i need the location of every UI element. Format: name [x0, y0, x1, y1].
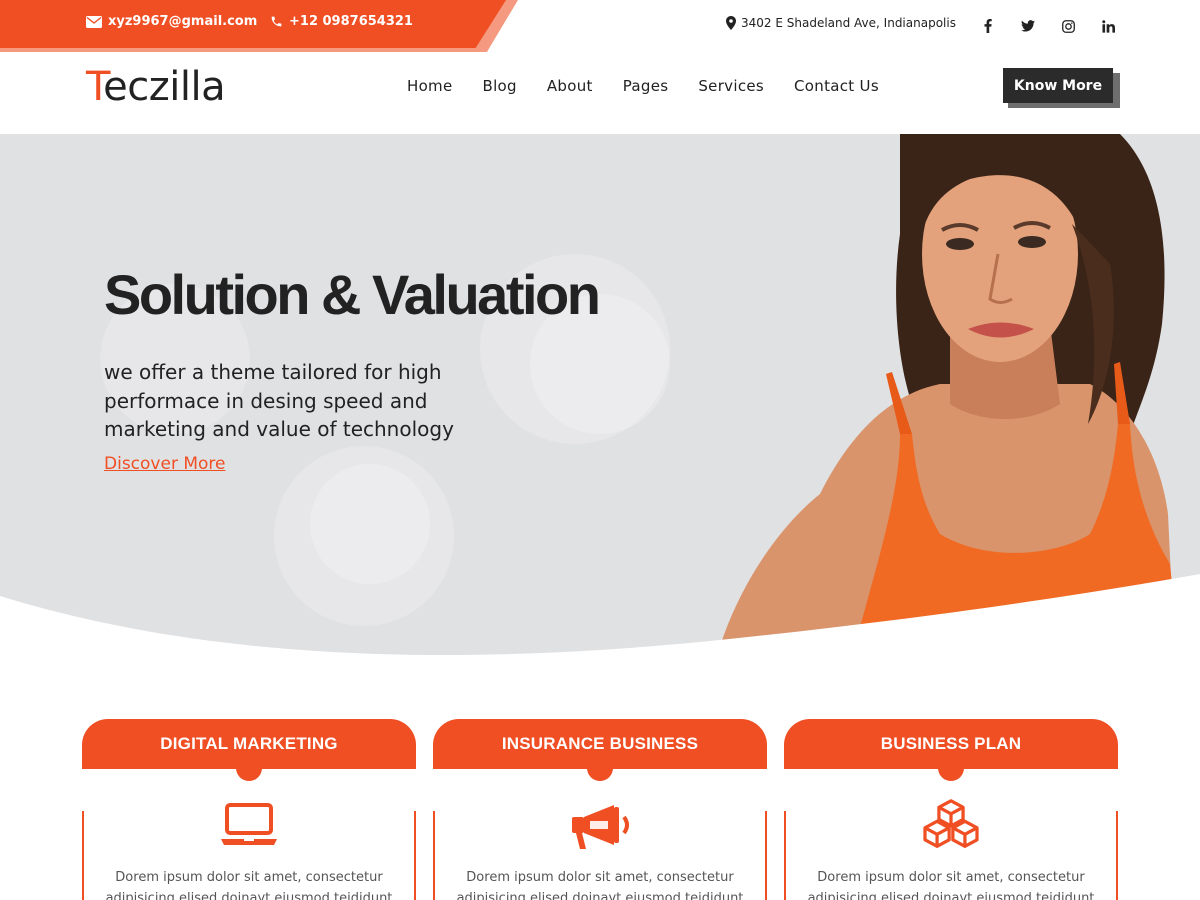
linkedin-icon[interactable]: [1088, 14, 1128, 38]
know-more-button-wrap: Know More: [1003, 68, 1120, 108]
service-card-insurance-business[interactable]: INSURANCE BUSINESS Dorem ipsum dolor sit…: [433, 719, 767, 900]
nav-pages[interactable]: Pages: [608, 77, 684, 95]
contact-email[interactable]: xyz9967@gmail.com: [86, 14, 257, 29]
logo-rest: eczilla: [103, 64, 226, 110]
service-card-border-left: [784, 811, 786, 900]
discover-more-link[interactable]: Discover More: [104, 454, 225, 474]
hero-title: Solution & Valuation: [104, 263, 601, 326]
site-header: Teczilla Home Blog About Pages Services …: [0, 52, 1200, 134]
address-text: 3402 E Shadeland Ave, Indianapolis: [741, 16, 956, 30]
service-card-notch: [587, 759, 613, 781]
contact-phone-text: +12 0987654321: [289, 14, 413, 29]
nav-services[interactable]: Services: [683, 77, 779, 95]
nav-about[interactable]: About: [532, 77, 608, 95]
laptop-icon: [221, 803, 277, 845]
top-bar: xyz9967@gmail.com +12 0987654321 3402 E …: [0, 0, 1200, 52]
facebook-icon[interactable]: [968, 14, 1008, 38]
service-card-notch: [938, 759, 964, 781]
twitter-icon[interactable]: [1008, 14, 1048, 38]
service-card-border-right: [414, 811, 416, 900]
site-logo[interactable]: Teczilla: [86, 64, 226, 110]
instagram-icon[interactable]: [1048, 14, 1088, 38]
service-card-border-right: [765, 811, 767, 900]
cubes-icon: [923, 799, 979, 848]
logo-initial: T: [86, 64, 104, 110]
service-card-border-right: [1116, 811, 1118, 900]
envelope-icon: [86, 15, 102, 28]
map-pin-icon: [726, 16, 736, 30]
hero-banner: Solution & Valuation we offer a theme ta…: [0, 134, 1200, 664]
nav-home[interactable]: Home: [392, 77, 468, 95]
hero-description: we offer a theme tailored for high perfo…: [104, 360, 454, 441]
megaphone-icon: [572, 805, 629, 849]
main-nav: Home Blog About Pages Services Contact U…: [392, 77, 894, 95]
contact-email-text: xyz9967@gmail.com: [108, 14, 258, 29]
contact-phone[interactable]: +12 0987654321: [270, 14, 413, 29]
service-card-business-plan[interactable]: BUSINESS PLAN Dorem ipsum dolor sit amet…: [784, 719, 1118, 900]
phone-icon: [271, 16, 282, 27]
service-card-text: Dorem ipsum dolor sit amet, consectetur …: [456, 870, 744, 900]
social-links: [968, 14, 1128, 38]
service-card-text: Dorem ipsum dolor sit amet, consectetur …: [105, 870, 393, 900]
service-card-digital-marketing[interactable]: DIGITAL MARKETING Dorem ipsum dolor sit …: [82, 719, 416, 900]
address: 3402 E Shadeland Ave, Indianapolis: [726, 16, 956, 30]
service-card-border-left: [82, 811, 84, 900]
service-card-notch: [236, 759, 262, 781]
nav-contact-us[interactable]: Contact Us: [779, 77, 894, 95]
service-card-border-left: [433, 811, 435, 900]
know-more-button[interactable]: Know More: [1003, 68, 1113, 103]
nav-blog[interactable]: Blog: [468, 77, 532, 95]
service-card-text: Dorem ipsum dolor sit amet, consectetur …: [807, 870, 1095, 900]
